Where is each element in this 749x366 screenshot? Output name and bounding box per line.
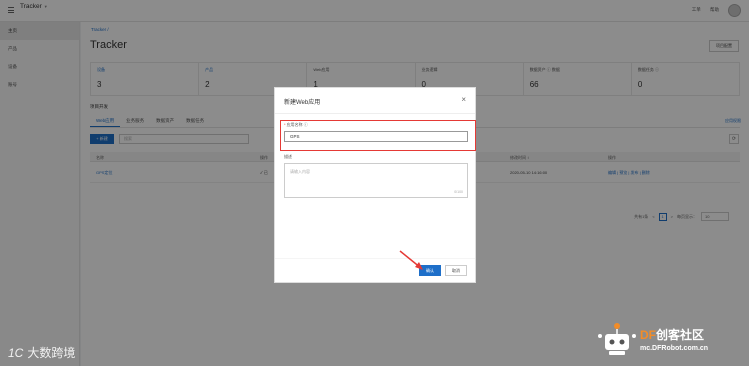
watermark-left: 1C 大数跨境 [8,344,75,361]
watermark-left-text: 大数跨境 [27,346,76,360]
robot-logo-icon [598,323,636,355]
annotation-arrow-icon [399,250,423,270]
watermark-url: mc.DFRobot.com.cn [640,345,709,352]
watermark-right-text: DF创客社区 [640,326,704,343]
watermark-right-label: 创客社区 [656,328,705,342]
watermark-logo: 1C [8,345,24,360]
watermark-accent: DF [640,328,656,342]
